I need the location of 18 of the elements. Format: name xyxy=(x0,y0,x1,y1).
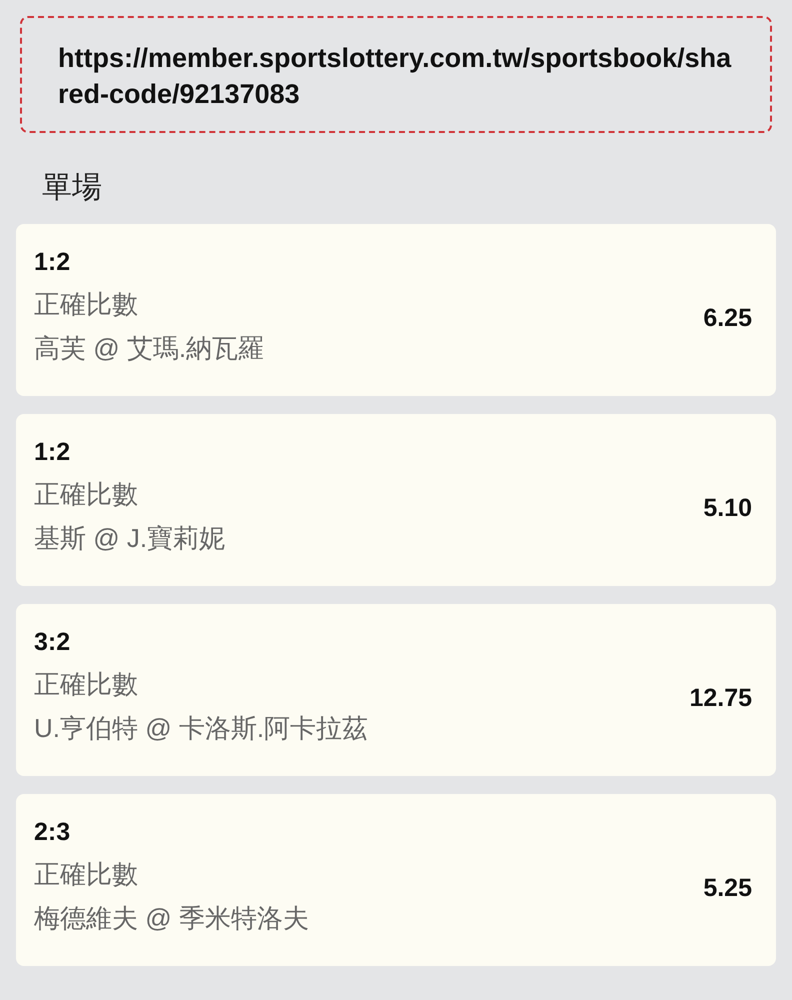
odds-text: 6.25 xyxy=(703,304,752,334)
market-text: 正確比數 xyxy=(34,668,139,701)
share-link[interactable]: https://member.sportslottery.com.tw/sportsbook/shared-code/92137083 xyxy=(20,16,772,133)
section-title: 單場 xyxy=(42,170,103,206)
match-text: 梅德維夫 @ 季米特洛夫 xyxy=(34,902,309,935)
odds-text: 5.10 xyxy=(703,494,752,524)
match-text: U.亨伯特 @ 卡洛斯.阿卡拉茲 xyxy=(34,712,368,745)
score-text: 1:2 xyxy=(34,436,72,468)
score-text: 1:2 xyxy=(34,246,72,278)
market-text: 正確比數 xyxy=(34,288,139,321)
match-text: 基斯 @ J.寶莉妮 xyxy=(34,522,226,555)
market-text: 正確比數 xyxy=(34,858,139,891)
score-text: 3:2 xyxy=(34,626,72,658)
score-text: 2:3 xyxy=(34,816,72,848)
market-text: 正確比數 xyxy=(34,478,139,511)
odds-text: 5.25 xyxy=(703,874,752,904)
odds-text: 12.75 xyxy=(689,684,752,714)
match-text: 高芙 @ 艾瑪.納瓦羅 xyxy=(34,332,264,365)
